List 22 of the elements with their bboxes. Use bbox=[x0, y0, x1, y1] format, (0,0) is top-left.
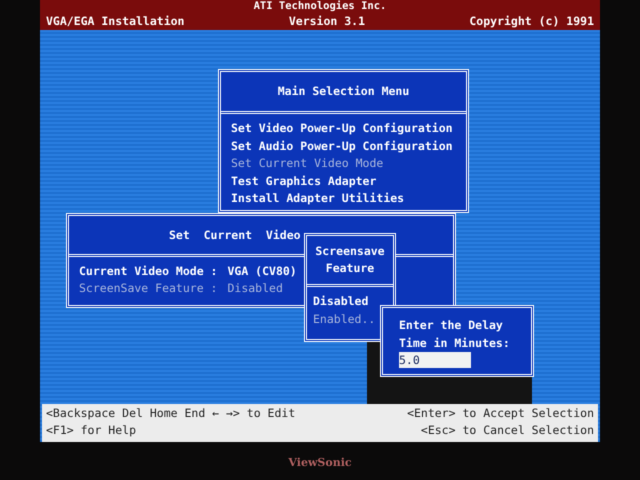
menu-item[interactable]: Set Video Power-Up Configuration bbox=[231, 120, 456, 138]
menu-item[interactable]: Install Adapter Utilities bbox=[231, 190, 456, 208]
menu-option[interactable]: Disabled bbox=[313, 293, 387, 310]
copyright-label: Copyright (c) 1991 bbox=[469, 14, 594, 28]
version-label: Version 3.1 bbox=[288, 14, 366, 28]
window-title: Main Selection Menu bbox=[221, 72, 466, 114]
brand-logo: ViewSonic bbox=[288, 456, 352, 469]
field-value: Disabled bbox=[227, 280, 283, 297]
window-title: Screensave Feature bbox=[307, 236, 393, 287]
field-label: ScreenSave Feature : bbox=[79, 280, 218, 297]
menu-item[interactable]: Set Audio Power-Up Configuration bbox=[231, 138, 456, 155]
help-text: <Enter> to Accept Selection bbox=[407, 405, 594, 422]
field-value: VGA (CV80) bbox=[227, 263, 297, 280]
company-name: ATI Technologies Inc. bbox=[252, 0, 388, 12]
delay-prompt: Enter the Delay Time in Minutes: bbox=[399, 317, 511, 352]
help-text: <Esc> to Cancel Selection bbox=[420, 422, 594, 439]
help-text: <F1> for Help bbox=[46, 422, 138, 439]
help-text: <Backspace Del Home End ← →> to Edit bbox=[46, 405, 296, 422]
menu-item[interactable]: Test Graphics Adapter bbox=[231, 172, 456, 190]
product-title: VGA/EGA Installation bbox=[46, 14, 184, 28]
field-label: Current Video Mode : bbox=[79, 263, 218, 280]
delay-input-field[interactable]: 5.0 bbox=[399, 352, 471, 368]
